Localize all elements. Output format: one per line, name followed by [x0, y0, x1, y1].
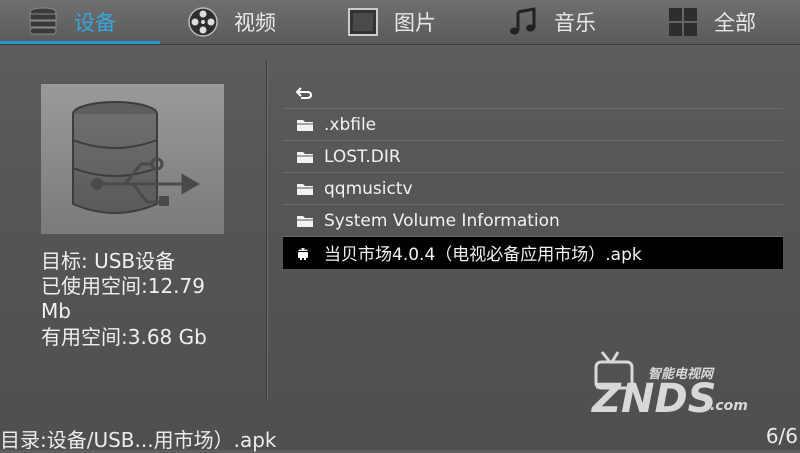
- back-arrow-icon: [296, 85, 314, 101]
- tab-label: 音乐: [554, 11, 596, 35]
- music-note-icon: [506, 5, 540, 39]
- target-label: 目标: USB设备: [41, 249, 176, 273]
- film-reel-icon: [186, 5, 220, 39]
- tab-label: 视频: [234, 11, 276, 35]
- item-count: 6/6: [765, 424, 798, 448]
- tab-videos[interactable]: 视频: [186, 0, 276, 44]
- active-tab-indicator: [0, 41, 160, 44]
- list-item-apk-selected[interactable]: 当贝市场4.0.4（电视必备应用市场）.apk: [283, 237, 783, 269]
- tab-label: 设备: [74, 11, 116, 35]
- tab-label: 全部: [714, 11, 756, 35]
- file-name: 当贝市场4.0.4（电视必备应用市场）.apk: [324, 245, 642, 265]
- folder-icon: [296, 117, 314, 133]
- tab-music[interactable]: 音乐: [506, 0, 596, 44]
- panel-divider: [266, 60, 267, 400]
- list-item-folder[interactable]: qqmusictv: [283, 173, 783, 205]
- tab-all[interactable]: 全部: [666, 0, 756, 44]
- grid-icon: [666, 5, 700, 39]
- file-name: .xbfile: [324, 114, 377, 135]
- list-item-folder[interactable]: .xbfile: [283, 109, 783, 141]
- top-tab-bar: 设备 视频 图片 音乐 全部: [0, 0, 800, 45]
- file-name: System Volume Information: [324, 210, 560, 231]
- file-name: qqmusictv: [324, 178, 413, 199]
- picture-frame-icon: [346, 5, 380, 39]
- current-path: 目录:设备/USB...用市场）.apk: [0, 428, 277, 452]
- android-icon: [296, 245, 314, 261]
- folder-icon: [296, 181, 314, 197]
- storage-icon: [26, 5, 60, 39]
- file-name: LOST.DIR: [324, 146, 401, 167]
- used-space-label: 已使用空间:12.79: [41, 274, 205, 298]
- tab-pictures[interactable]: 图片: [346, 0, 436, 44]
- free-space-label: 有用空间:3.68 Gb: [41, 325, 207, 349]
- folder-icon: [296, 213, 314, 229]
- znds-watermark-logo: 智能电视网 ZNDS .com: [588, 350, 758, 422]
- list-item-folder[interactable]: LOST.DIR: [283, 141, 783, 173]
- usb-storage-icon: [41, 84, 224, 234]
- watermark-brand: ZNDS: [590, 376, 717, 420]
- list-item-folder[interactable]: System Volume Information: [283, 205, 783, 237]
- used-space-unit: Mb: [41, 299, 71, 323]
- watermark-domain: .com: [710, 398, 748, 414]
- parent-directory-row[interactable]: [283, 77, 783, 109]
- folder-icon: [296, 149, 314, 165]
- file-list: .xbfile LOST.DIR qqmusictv System Volume…: [283, 77, 783, 269]
- tab-devices[interactable]: 设备: [26, 0, 116, 44]
- tab-label: 图片: [394, 11, 436, 35]
